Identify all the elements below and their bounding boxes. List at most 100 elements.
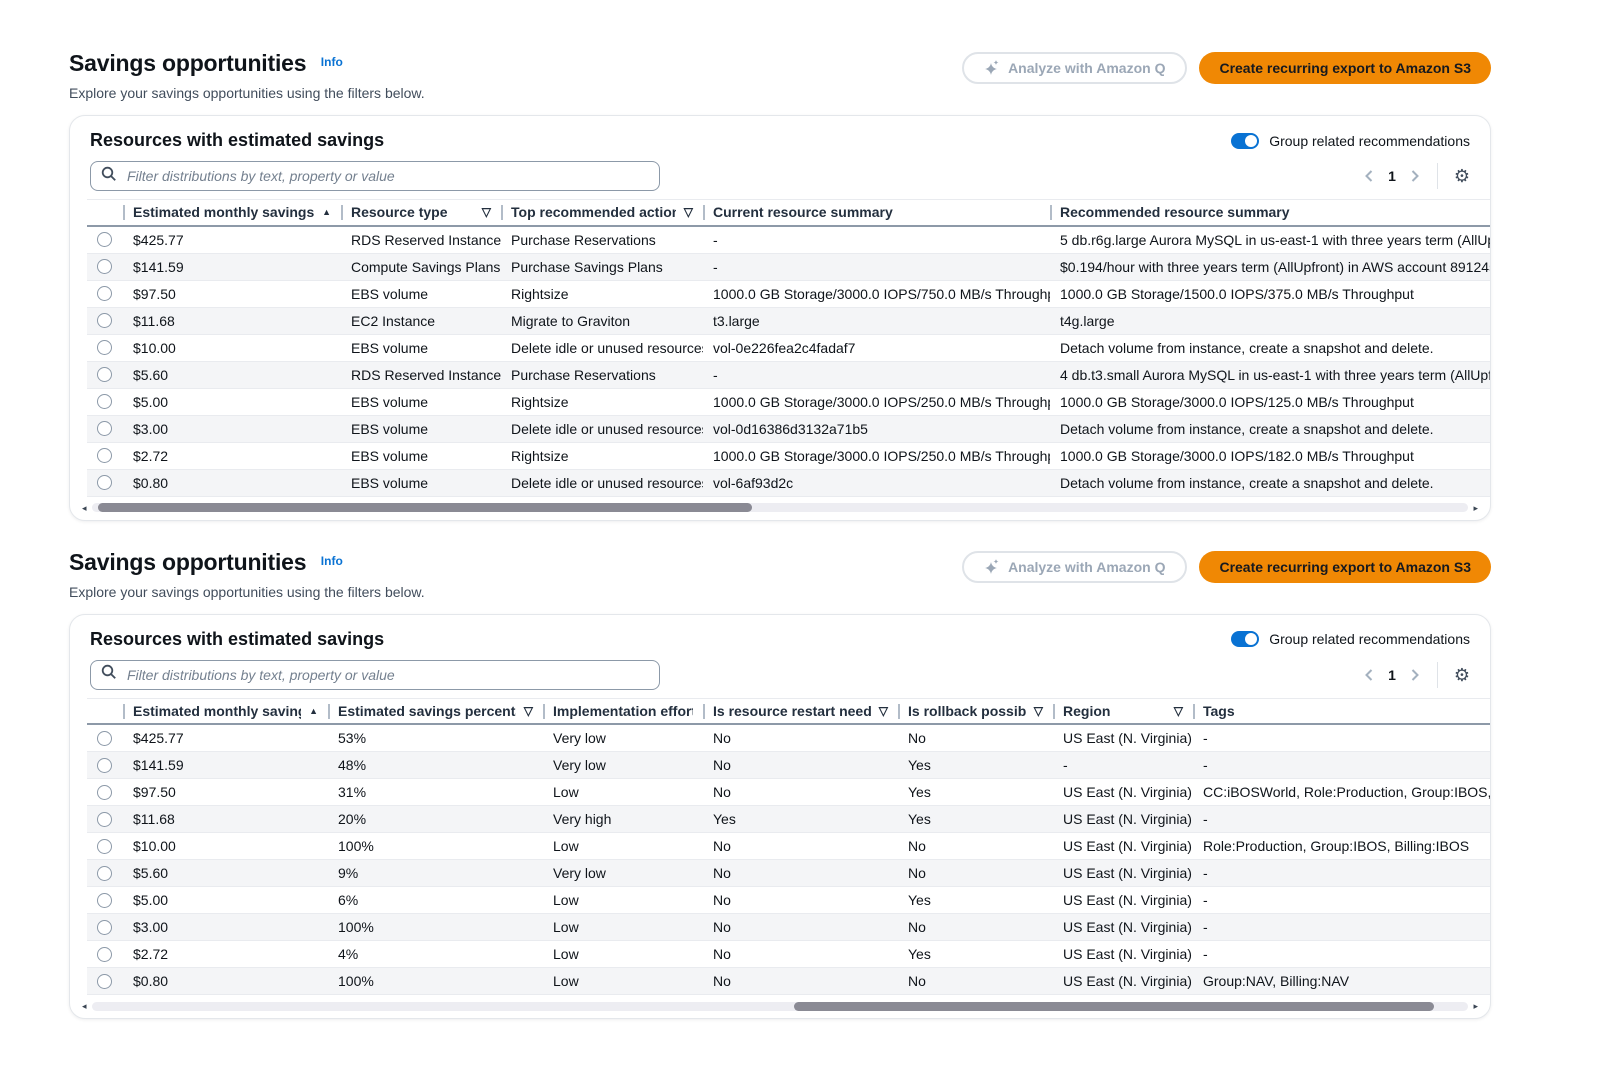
previous-page-button[interactable]: [1363, 169, 1375, 183]
scroll-right-icon[interactable]: ▸: [1473, 502, 1478, 514]
settings-gear-icon[interactable]: ⚙: [1454, 167, 1470, 185]
scrollbar-thumb[interactable]: [98, 503, 752, 512]
resources-table: Estimated monthly savings▲Estimated savi…: [87, 698, 1490, 996]
table-cell: Delete idle or unused resources: [501, 334, 703, 361]
header-actions: Analyze with Amazon Q Create recurring e…: [962, 551, 1491, 583]
row-select-radio[interactable]: [97, 448, 112, 463]
row-select-radio[interactable]: [97, 785, 112, 800]
row-select-radio[interactable]: [97, 758, 112, 773]
filter-icon[interactable]: ▽: [871, 704, 888, 718]
column-header-estimated-monthly-savings[interactable]: Estimated monthly savings▲: [123, 698, 328, 724]
table-cell: -: [1193, 724, 1490, 752]
row-select-radio[interactable]: [97, 313, 112, 328]
scrollbar-thumb[interactable]: [794, 1002, 1434, 1011]
table-cell: Purchase Reservations: [501, 361, 703, 388]
current-page-number[interactable]: 1: [1388, 667, 1396, 683]
group-recommendations-control: Group related recommendations: [1231, 631, 1470, 647]
select-cell: [87, 752, 123, 779]
row-select-radio[interactable]: [97, 731, 112, 746]
table-row: $11.68EC2 InstanceMigrate to Gravitont3.…: [87, 307, 1490, 334]
previous-page-button[interactable]: [1363, 668, 1375, 682]
table-row: $5.60RDS Reserved InstancesPurchase Rese…: [87, 361, 1490, 388]
column-header-top-recommended-action[interactable]: Top recommended action▽: [501, 200, 703, 226]
row-select-radio[interactable]: [97, 974, 112, 989]
table-cell: Very low: [543, 724, 703, 752]
row-select-radio[interactable]: [97, 259, 112, 274]
group-recommendations-toggle[interactable]: [1231, 631, 1259, 647]
table-cell: 1000.0 GB Storage/3000.0 IOPS/250.0 MB/s…: [703, 388, 1050, 415]
settings-gear-icon[interactable]: ⚙: [1454, 666, 1470, 684]
pagination: 1 ⚙: [1363, 662, 1470, 688]
horizontal-scrollbar[interactable]: ◂ ▸: [82, 1000, 1478, 1012]
search-input[interactable]: [125, 666, 649, 684]
table-cell: Yes: [898, 779, 1053, 806]
scroll-left-icon[interactable]: ◂: [82, 1000, 87, 1012]
create-recurring-export-button[interactable]: Create recurring export to Amazon S3: [1199, 52, 1491, 84]
filter-icon[interactable]: ▽: [1026, 704, 1043, 718]
analyze-with-amazon-q-button[interactable]: Analyze with Amazon Q: [962, 551, 1187, 583]
scroll-right-icon[interactable]: ▸: [1473, 1000, 1478, 1012]
info-link[interactable]: Info: [321, 55, 343, 69]
search-input[interactable]: [125, 167, 649, 185]
select-cell: [87, 724, 123, 752]
row-select-radio[interactable]: [97, 947, 112, 962]
sort-ascending-icon[interactable]: ▲: [301, 706, 318, 716]
table-cell: Migrate to Graviton: [501, 307, 703, 334]
filter-icon[interactable]: ▽: [474, 205, 491, 219]
export-button-label: Create recurring export to Amazon S3: [1219, 559, 1471, 575]
row-select-radio[interactable]: [97, 866, 112, 881]
analyze-with-amazon-q-button[interactable]: Analyze with Amazon Q: [962, 52, 1187, 84]
column-header-implementation-effort: Implementation effort: [543, 698, 703, 724]
table-cell: $10.00: [123, 334, 341, 361]
info-link[interactable]: Info: [321, 554, 343, 568]
table-cell: Group:NAV, Billing:NAV: [1193, 968, 1490, 995]
table-cell: Compute Savings Plans: [341, 253, 501, 280]
resources-panel: Resources with estimated savings Group r…: [69, 115, 1491, 521]
row-select-radio[interactable]: [97, 394, 112, 409]
filter-icon[interactable]: ▽: [676, 205, 693, 219]
filter-icon[interactable]: ▽: [516, 704, 533, 718]
table-cell: US East (N. Virginia): [1053, 833, 1193, 860]
row-select-radio[interactable]: [97, 893, 112, 908]
row-select-radio[interactable]: [97, 421, 112, 436]
row-select-radio[interactable]: [97, 812, 112, 827]
scrollbar-track[interactable]: [92, 1002, 1469, 1011]
filter-search-box[interactable]: [90, 660, 660, 690]
table-cell: No: [898, 724, 1053, 752]
row-select-radio[interactable]: [97, 920, 112, 935]
scrollbar-track[interactable]: [92, 503, 1469, 512]
column-header-estimated-monthly-savings[interactable]: Estimated monthly savings▲: [123, 200, 341, 226]
row-select-radio[interactable]: [97, 839, 112, 854]
row-select-radio[interactable]: [97, 286, 112, 301]
group-recommendations-toggle[interactable]: [1231, 133, 1259, 149]
row-select-radio[interactable]: [97, 475, 112, 490]
column-header-is-rollback-possible[interactable]: Is rollback possible▽: [898, 698, 1053, 724]
create-recurring-export-button[interactable]: Create recurring export to Amazon S3: [1199, 551, 1491, 583]
table-cell: $0.80: [123, 469, 341, 496]
row-select-radio[interactable]: [97, 340, 112, 355]
column-header-resource-type[interactable]: Resource type▽: [341, 200, 501, 226]
table-cell: 1000.0 GB Storage/3000.0 IOPS/125.0 MB/s…: [1050, 388, 1490, 415]
current-page-number[interactable]: 1: [1388, 168, 1396, 184]
scroll-left-icon[interactable]: ◂: [82, 502, 87, 514]
row-select-radio[interactable]: [97, 232, 112, 247]
column-header-region[interactable]: Region▽: [1053, 698, 1193, 724]
column-header-current-resource-summary: Current resource summary: [703, 200, 1050, 226]
table-cell: Low: [543, 779, 703, 806]
column-header-estimated-savings-percentage[interactable]: Estimated savings percentage▽: [328, 698, 543, 724]
column-header-is-resource-restart-needed[interactable]: Is resource restart needed▽: [703, 698, 898, 724]
table-cell: US East (N. Virginia): [1053, 914, 1193, 941]
next-page-button[interactable]: [1409, 668, 1421, 682]
table-viewport: Estimated monthly savings▲Estimated savi…: [70, 698, 1490, 996]
next-page-button[interactable]: [1409, 169, 1421, 183]
resources-panel: Resources with estimated savings Group r…: [69, 614, 1491, 1020]
row-select-radio[interactable]: [97, 367, 112, 382]
table-cell: Detach volume from instance, create a sn…: [1050, 334, 1490, 361]
filter-icon[interactable]: ▽: [1166, 704, 1183, 718]
sort-ascending-icon[interactable]: ▲: [314, 207, 331, 217]
select-cell: [87, 280, 123, 307]
horizontal-scrollbar[interactable]: ◂ ▸: [82, 502, 1478, 514]
filter-search-box[interactable]: [90, 161, 660, 191]
table-cell: No: [898, 833, 1053, 860]
search-icon: [101, 166, 117, 187]
